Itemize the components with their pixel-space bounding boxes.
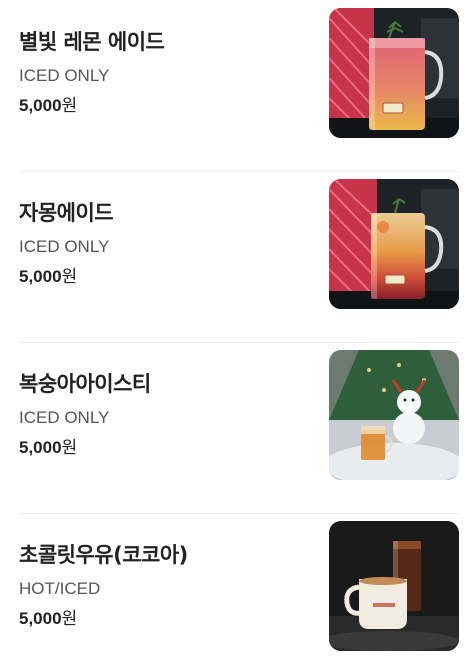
menu-item-price: 5,000원 <box>19 95 164 117</box>
menu-item-info: 복숭아아이스티 ICED ONLY 5,000원 <box>19 350 151 513</box>
menu-item-photo[interactable] <box>329 179 459 309</box>
grapefruit-ade-photo <box>329 179 459 309</box>
menu-item-option: ICED ONLY <box>19 408 110 427</box>
price-value: 5,000 <box>19 96 62 115</box>
price-currency: 원 <box>61 96 78 116</box>
pink-lemon-ade-photo <box>329 8 459 138</box>
price-currency: 원 <box>61 267 78 287</box>
menu-item[interactable]: 자몽에이드 ICED ONLY 5,000원 <box>0 171 469 342</box>
menu-item-price: 5,000원 <box>19 266 113 288</box>
menu-item[interactable]: 복숭아아이스티 ICED ONLY 5,000원 <box>0 342 469 513</box>
cocoa-photo <box>329 521 459 651</box>
menu-item-name: 초콜릿우유(코코아) <box>19 543 188 567</box>
menu-item-info: 별빛 레몬 에이드 ICED ONLY 5,000원 <box>19 8 165 171</box>
menu-item-name: 자몽에이드 <box>19 201 114 225</box>
menu-item-option: ICED ONLY <box>19 66 110 85</box>
menu-item-price: 5,000원 <box>19 437 151 459</box>
menu-item-photo[interactable] <box>329 8 459 138</box>
price-currency: 원 <box>61 438 78 458</box>
menu-item-photo[interactable] <box>329 350 459 480</box>
menu-list: 별빛 레몬 에이드 ICED ONLY 5,000원 자몽에이드 ICED ON… <box>0 0 469 671</box>
menu-item-name: 복숭아아이스티 <box>19 372 151 396</box>
menu-item-option: ICED ONLY <box>19 237 110 256</box>
price-currency: 원 <box>61 609 78 629</box>
menu-item-option: HOT/ICED <box>19 579 101 598</box>
menu-item-info: 자몽에이드 ICED ONLY 5,000원 <box>19 179 114 342</box>
menu-item-photo[interactable] <box>329 521 459 651</box>
price-value: 5,000 <box>19 609 62 628</box>
menu-item[interactable]: 별빛 레몬 에이드 ICED ONLY 5,000원 <box>0 0 469 171</box>
menu-item[interactable]: 초콜릿우유(코코아) HOT/ICED 5,000원 <box>0 513 469 671</box>
menu-item-price: 5,000원 <box>19 608 188 630</box>
price-value: 5,000 <box>19 438 62 457</box>
price-value: 5,000 <box>19 267 62 286</box>
peach-iced-tea-photo <box>329 350 459 480</box>
menu-item-info: 초콜릿우유(코코아) HOT/ICED 5,000원 <box>19 521 188 671</box>
menu-item-name: 별빛 레몬 에이드 <box>19 30 165 54</box>
